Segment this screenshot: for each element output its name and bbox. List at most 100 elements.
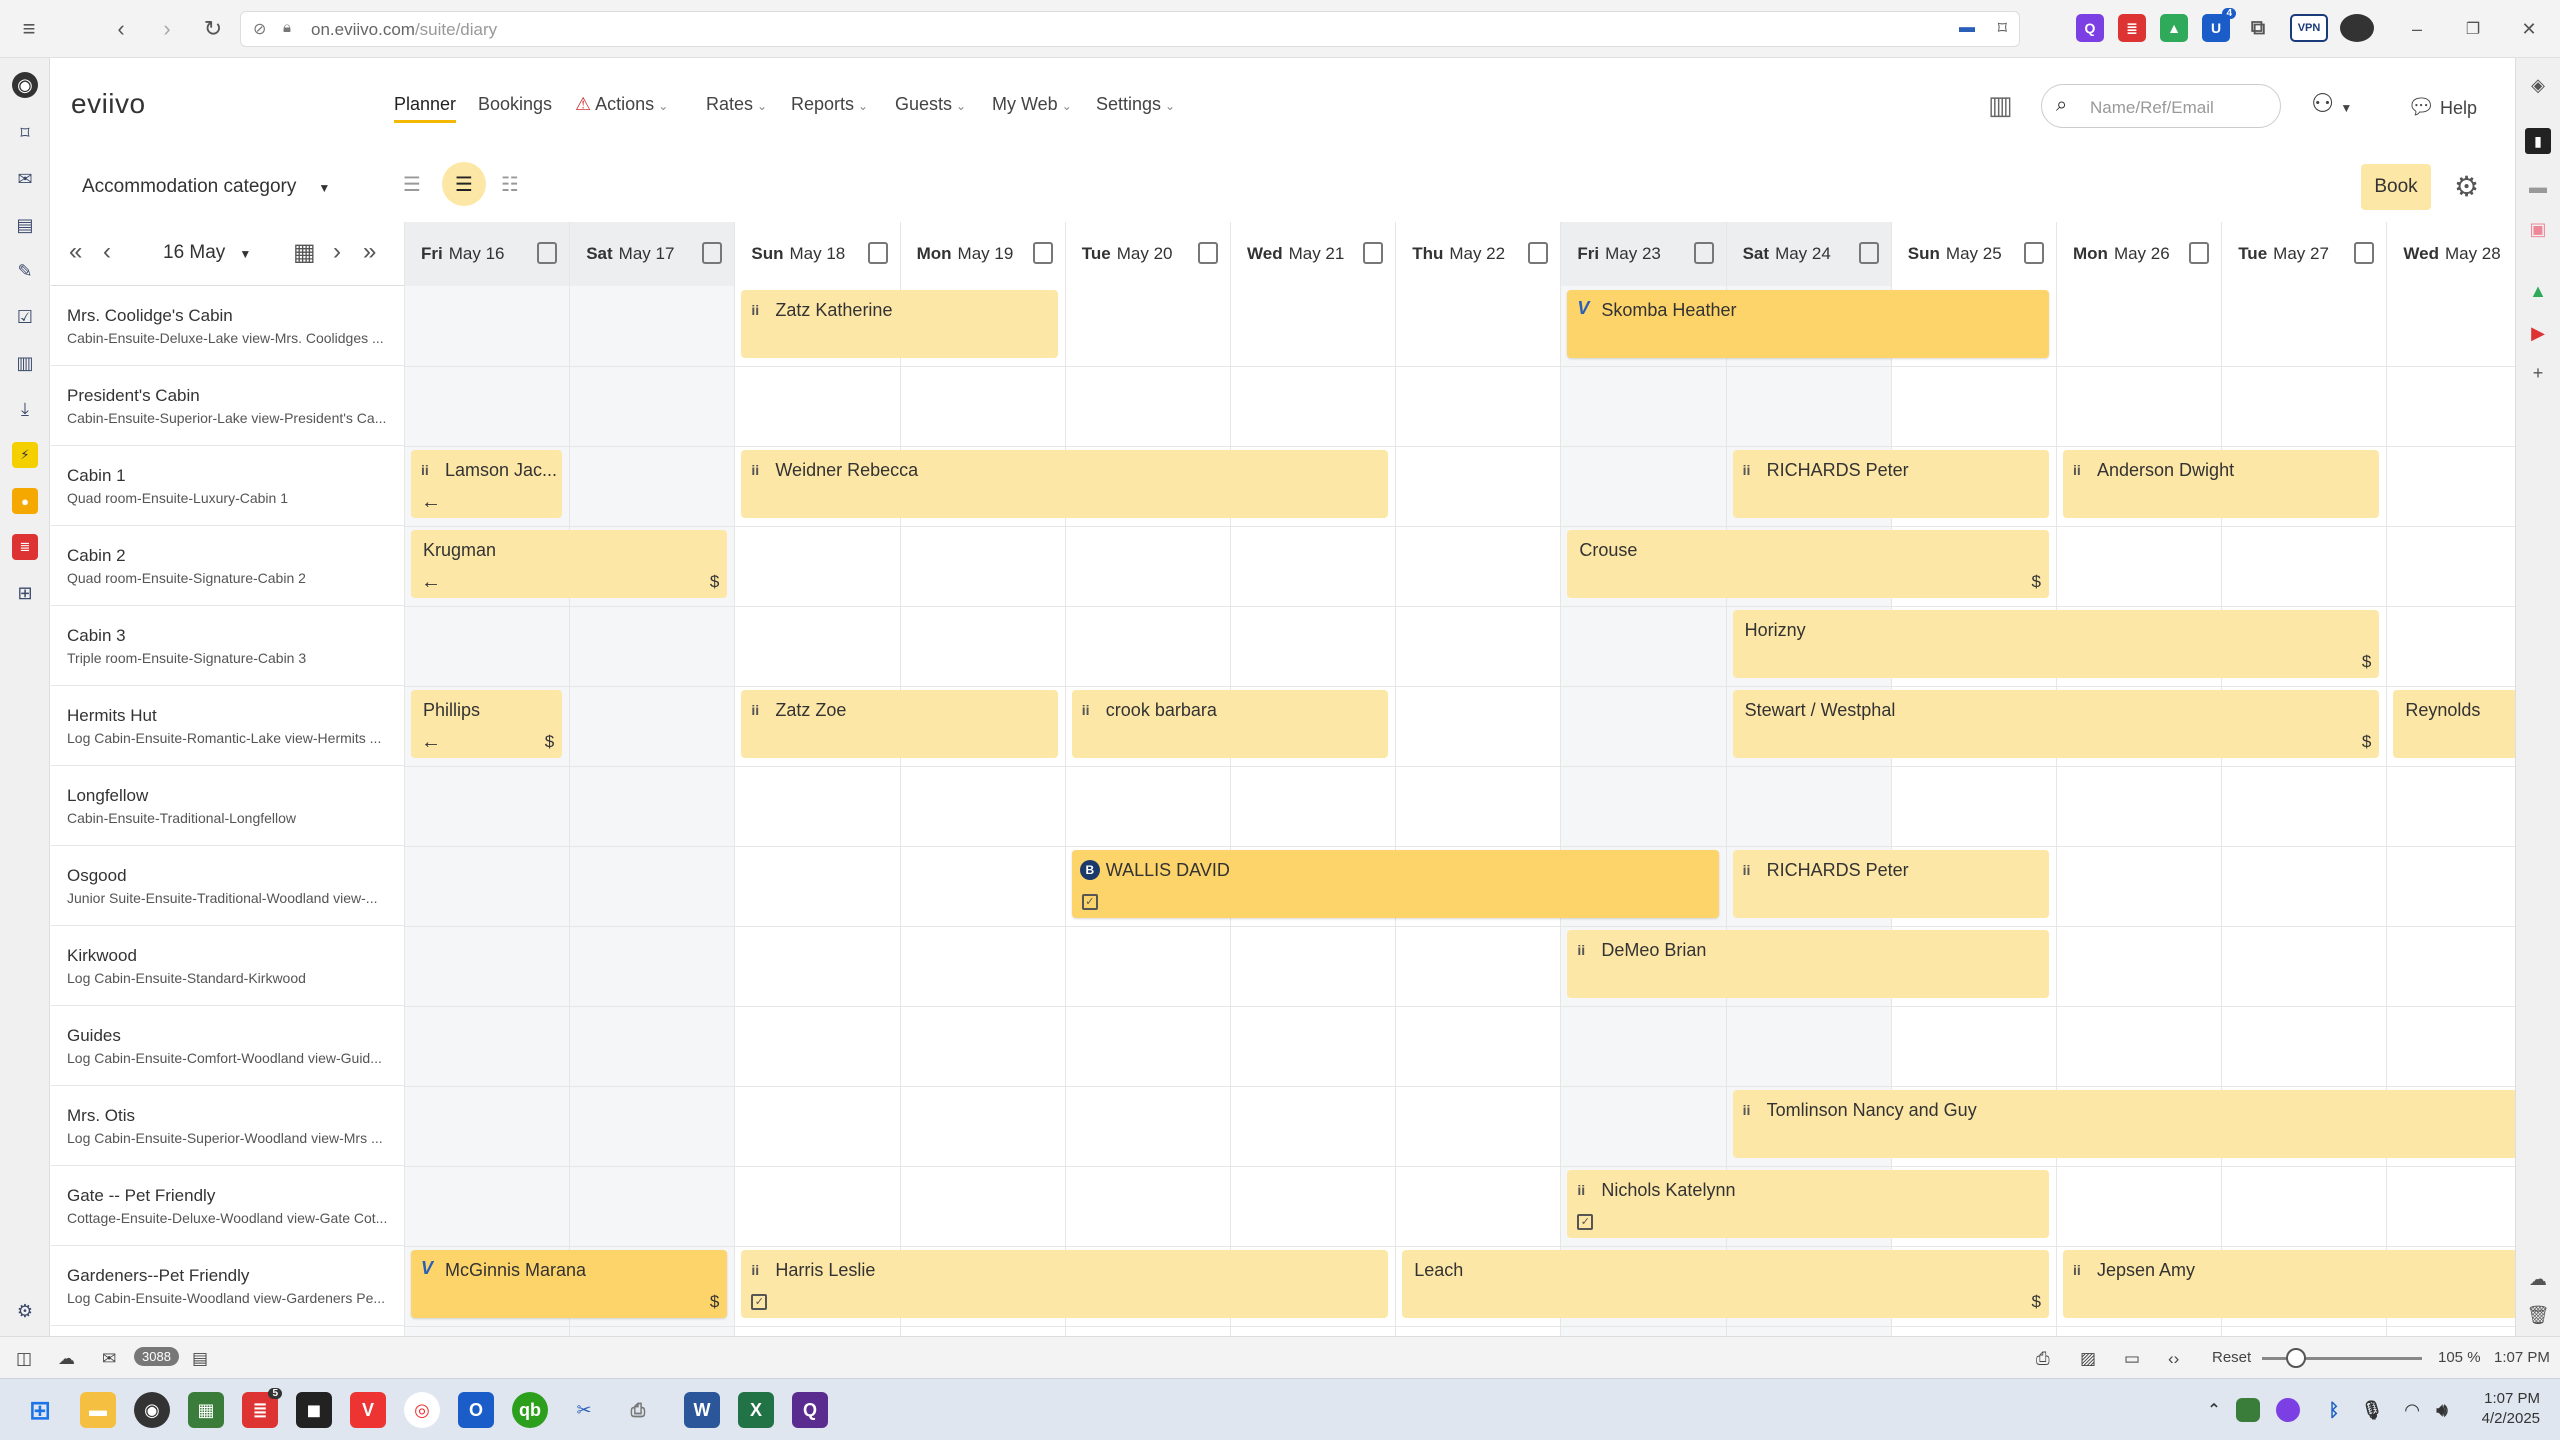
day-header[interactable]: Fri May 16: [404, 222, 570, 286]
vivaldi-icon[interactable]: ◉: [12, 72, 38, 98]
gear-icon[interactable]: ⚙: [2454, 170, 2479, 203]
url-text[interactable]: on.eviivo.com/suite/diary: [311, 20, 497, 40]
mail-status-icon[interactable]: ✉: [102, 1349, 116, 1369]
property-building-icon[interactable]: ▥: [1988, 90, 2013, 121]
day-header[interactable]: Sat May 24: [1725, 222, 1891, 286]
day-header[interactable]: Sun May 18: [734, 222, 899, 286]
room-row-label[interactable]: Mrs. Coolidge's Cabin Cabin-Ensuite-Delux…: [51, 286, 404, 366]
eviivo-logo[interactable]: eviivo: [71, 88, 146, 120]
menu-icon[interactable]: ≡: [14, 14, 44, 44]
notes-icon[interactable]: ✎: [12, 258, 38, 284]
room-row-label[interactable]: Cabin 2 Quad room-Ensuite-Signature-Cabin…: [51, 526, 404, 606]
room-row-label[interactable]: Osgood Junior Suite-Ensuite-Traditional-W…: [51, 846, 404, 926]
forward-icon[interactable]: ›: [152, 14, 182, 44]
room-row-label[interactable]: Longfellow Cabin-Ensuite-Traditional-Long…: [51, 766, 404, 846]
booking-block[interactable]: Leach $: [1402, 1250, 2049, 1318]
accommodation-category-select[interactable]: Accommodation category ▼: [82, 176, 330, 198]
select-day-checkbox[interactable]: [1197, 242, 1218, 264]
snipping-tool-icon[interactable]: ✂: [566, 1392, 602, 1428]
back-icon[interactable]: ‹: [106, 14, 136, 44]
quickbooks-icon[interactable]: qb: [512, 1392, 548, 1428]
day-header[interactable]: Sun May 25: [1890, 222, 2056, 286]
outlook-icon[interactable]: O: [458, 1392, 494, 1428]
day-header[interactable]: Tue May 20: [1064, 222, 1230, 286]
youtube-panel-icon[interactable]: ▶: [2525, 320, 2551, 346]
grid-column[interactable]: [1395, 286, 1560, 1336]
select-day-checkbox[interactable]: [537, 242, 558, 264]
room-row-label[interactable]: Guides Log Cabin-Ensuite-Comfort-Woodland…: [51, 1006, 404, 1086]
booking-block[interactable]: ii Tomlinson Nancy and Guy: [1732, 1090, 2515, 1158]
vivaldi-red-icon[interactable]: V: [350, 1392, 386, 1428]
app-purple-icon[interactable]: Q: [792, 1392, 828, 1428]
user-account-icon[interactable]: ⚇ ▼: [2311, 88, 2352, 119]
panel-toggle-icon[interactable]: ◫: [16, 1349, 32, 1369]
day-header[interactable]: Wed May 28: [2386, 222, 2551, 286]
grid-column[interactable]: [899, 286, 1065, 1336]
windows-start-icon[interactable]: ⊞: [22, 1392, 58, 1428]
volume-icon[interactable]: 🔊︎: [2424, 1392, 2460, 1428]
room-row-label[interactable]: Cabin 1 Quad room-Ensuite-Luxury-Cabin 1: [51, 446, 404, 526]
booking-block[interactable]: ii Anderson Dwight: [2063, 450, 2380, 518]
grid-column[interactable]: [1230, 286, 1395, 1336]
nav-reports[interactable]: Reports ⌄: [791, 94, 868, 115]
day-header[interactable]: Mon May 19: [899, 222, 1065, 286]
extension-q-icon[interactable]: Q: [2076, 14, 2104, 42]
sync-cloud-icon[interactable]: ☁: [2525, 1266, 2551, 1292]
day-header[interactable]: Mon May 26: [2056, 222, 2221, 286]
downloads-icon[interactable]: ⤓: [12, 396, 38, 422]
app-dark-icon[interactable]: ◼: [296, 1392, 332, 1428]
day-header[interactable]: Tue May 27: [2221, 222, 2386, 286]
booking-block[interactable]: Crouse $: [1567, 530, 2049, 598]
nav-bookings[interactable]: Bookings: [478, 94, 552, 115]
help-link[interactable]: 💬︎ Help: [2407, 94, 2477, 120]
reader-icon[interactable]: ▬: [1959, 19, 1975, 37]
select-day-checkbox[interactable]: [1363, 242, 1384, 264]
grid-column[interactable]: [734, 286, 899, 1336]
taskbar-clock[interactable]: 1:07 PM 4/2/2025: [2460, 1389, 2540, 1429]
view-normal-icon[interactable]: ☰: [442, 162, 486, 206]
close-window-icon[interactable]: ✕: [2514, 14, 2544, 44]
mail-icon[interactable]: ✉: [12, 166, 38, 192]
grid-column[interactable]: [404, 286, 570, 1336]
chrome-icon[interactable]: ◎: [404, 1392, 440, 1428]
bookmarks-icon[interactable]: ⌑: [12, 120, 38, 146]
tray-app-2-icon[interactable]: [2276, 1398, 2300, 1422]
select-day-checkbox[interactable]: [1032, 242, 1053, 264]
grid-column[interactable]: [1064, 286, 1230, 1336]
file-explorer-icon[interactable]: ▬: [80, 1392, 116, 1428]
book-button[interactable]: Book: [2361, 164, 2431, 210]
booking-block[interactable]: ii RICHARDS Peter: [1732, 450, 2049, 518]
panel-app-orange-icon[interactable]: ●: [12, 488, 38, 514]
excel-icon[interactable]: X: [738, 1392, 774, 1428]
app-red-stack-icon[interactable]: ≣ 5: [242, 1388, 282, 1428]
calendar-picker-icon[interactable]: ▦: [293, 238, 316, 267]
add-panel-icon[interactable]: ⊞: [12, 580, 38, 606]
room-row-label[interactable]: President's Cabin Cabin-Ensuite-Superior-…: [51, 366, 404, 446]
panel-app-red-icon[interactable]: ≣: [12, 534, 38, 560]
booking-block[interactable]: V McGinnis Marana $: [411, 1250, 728, 1318]
tray-overflow-icon[interactable]: ⌃: [2196, 1392, 2232, 1428]
tasks-icon[interactable]: ☑: [12, 304, 38, 330]
mail-count-badge[interactable]: 3088: [134, 1347, 179, 1366]
nav-actions[interactable]: ⚠ Actions ⌄: [575, 94, 668, 115]
room-row-label[interactable]: Gardeners--Pet Friendly Log Cabin-Ensuite…: [51, 1246, 404, 1326]
address-bar[interactable]: ⊘ 🔒︎ on.eviivo.com/suite/diary ▬ ⌑: [240, 11, 2020, 47]
capture-icon[interactable]: ⎙: [2036, 1349, 2050, 1369]
room-row-label[interactable]: Cabin 3 Triple room-Ensuite-Signature-Cab…: [51, 606, 404, 686]
zoom-reset-button[interactable]: Reset: [2212, 1349, 2251, 1366]
site-settings-icon[interactable]: ⊘: [253, 19, 266, 39]
select-day-checkbox[interactable]: [867, 242, 888, 264]
trash-icon[interactable]: 🗑︎: [2525, 1302, 2551, 1328]
booking-block[interactable]: ii Weidner Rebecca: [741, 450, 1389, 518]
select-day-checkbox[interactable]: [2189, 242, 2210, 264]
booking-block[interactable]: Phillips ← $: [411, 690, 563, 758]
jump-back-icon[interactable]: «: [69, 238, 82, 266]
minimize-icon[interactable]: –: [2402, 14, 2432, 44]
nav-planner[interactable]: Planner: [394, 94, 456, 115]
booking-block[interactable]: ii Jepsen Amy: [2063, 1250, 2515, 1318]
day-header[interactable]: Wed May 21: [1230, 222, 1395, 286]
booking-block[interactable]: Horizny $: [1732, 610, 2380, 678]
app-green-icon[interactable]: ▦: [188, 1392, 224, 1428]
booking-block[interactable]: Krugman ← $: [411, 530, 728, 598]
select-day-checkbox[interactable]: [2354, 242, 2375, 264]
